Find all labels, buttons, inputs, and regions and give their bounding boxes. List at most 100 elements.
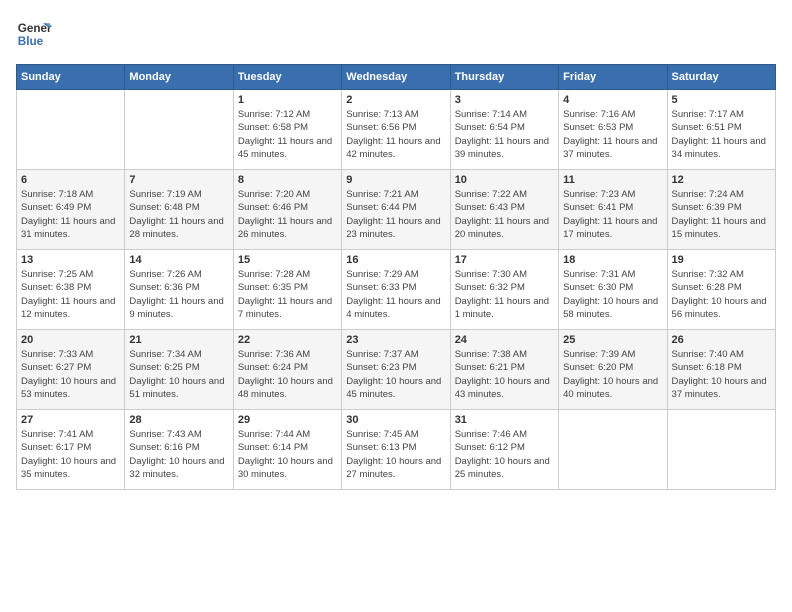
day-info: Sunrise: 7:32 AM Sunset: 6:28 PM Dayligh… (672, 268, 771, 321)
calendar-header-saturday: Saturday (667, 65, 775, 90)
calendar-table: SundayMondayTuesdayWednesdayThursdayFrid… (16, 64, 776, 490)
day-info: Sunrise: 7:18 AM Sunset: 6:49 PM Dayligh… (21, 188, 120, 241)
calendar-cell: 5 Sunrise: 7:17 AM Sunset: 6:51 PM Daylig… (667, 90, 775, 170)
svg-text:Blue: Blue (18, 35, 44, 48)
calendar-cell: 16Sunrise: 7:29 AM Sunset: 6:33 PM Dayli… (342, 250, 450, 330)
calendar-cell: 1Sunrise: 7:12 AM Sunset: 6:58 PM Daylig… (233, 90, 341, 170)
calendar-header-sunday: Sunday (17, 65, 125, 90)
calendar-cell: 25 Sunrise: 7:39 AM Sunset: 6:20 PM Dayli… (559, 330, 667, 410)
calendar-cell: 18 Sunrise: 7:31 AM Sunset: 6:30 PM Dayli… (559, 250, 667, 330)
day-number: 13 (21, 254, 120, 266)
calendar-cell: 29Sunrise: 7:44 AM Sunset: 6:14 PM Dayli… (233, 410, 341, 490)
logo-icon: General Blue (16, 16, 52, 52)
calendar-cell: 8 Sunrise: 7:20 AM Sunset: 6:46 PM Daylig… (233, 170, 341, 250)
day-info: Sunrise: 7:30 AM Sunset: 6:32 PM Dayligh… (455, 268, 554, 321)
calendar-cell: 19Sunrise: 7:32 AM Sunset: 6:28 PM Dayli… (667, 250, 775, 330)
day-info: Sunrise: 7:36 AM Sunset: 6:24 PM Dayligh… (238, 348, 337, 401)
day-info: Sunrise: 7:22 AM Sunset: 6:43 PM Dayligh… (455, 188, 554, 241)
day-number: 15 (238, 254, 337, 266)
day-number: 30 (346, 414, 445, 426)
day-info: Sunrise: 7:31 AM Sunset: 6:30 PM Dayligh… (563, 268, 662, 321)
day-info: Sunrise: 7:20 AM Sunset: 6:46 PM Dayligh… (238, 188, 337, 241)
day-info: Sunrise: 7:28 AM Sunset: 6:35 PM Dayligh… (238, 268, 337, 321)
calendar-week-row: 6Sunrise: 7:18 AM Sunset: 6:49 PM Daylig… (17, 170, 776, 250)
day-info: Sunrise: 7:38 AM Sunset: 6:21 PM Dayligh… (455, 348, 554, 401)
calendar-cell: 6Sunrise: 7:18 AM Sunset: 6:49 PM Daylig… (17, 170, 125, 250)
day-number: 1 (238, 94, 337, 106)
calendar-cell: 28Sunrise: 7:43 AM Sunset: 6:16 PM Dayli… (125, 410, 233, 490)
calendar-header-thursday: Thursday (450, 65, 558, 90)
calendar-cell: 12Sunrise: 7:24 AM Sunset: 6:39 PM Dayli… (667, 170, 775, 250)
calendar-cell: 4 Sunrise: 7:16 AM Sunset: 6:53 PM Daylig… (559, 90, 667, 170)
day-info: Sunrise: 7:39 AM Sunset: 6:20 PM Dayligh… (563, 348, 662, 401)
calendar-cell: 27 Sunrise: 7:41 AM Sunset: 6:17 PM Dayli… (17, 410, 125, 490)
calendar-cell: 31 Sunrise: 7:46 AM Sunset: 6:12 PM Dayli… (450, 410, 558, 490)
day-number: 24 (455, 334, 554, 346)
day-number: 27 (21, 414, 120, 426)
day-info: Sunrise: 7:34 AM Sunset: 6:25 PM Dayligh… (129, 348, 228, 401)
calendar-header-friday: Friday (559, 65, 667, 90)
calendar-cell: 13 Sunrise: 7:25 AM Sunset: 6:38 PM Dayli… (17, 250, 125, 330)
day-info: Sunrise: 7:26 AM Sunset: 6:36 PM Dayligh… (129, 268, 228, 321)
day-number: 2 (346, 94, 445, 106)
day-info: Sunrise: 7:13 AM Sunset: 6:56 PM Dayligh… (346, 108, 445, 161)
calendar-week-row: 20 Sunrise: 7:33 AM Sunset: 6:27 PM Dayli… (17, 330, 776, 410)
day-info: Sunrise: 7:23 AM Sunset: 6:41 PM Dayligh… (563, 188, 662, 241)
day-info: Sunrise: 7:43 AM Sunset: 6:16 PM Dayligh… (129, 428, 228, 481)
calendar-cell: 30 Sunrise: 7:45 AM Sunset: 6:13 PM Dayli… (342, 410, 450, 490)
calendar-header-tuesday: Tuesday (233, 65, 341, 90)
calendar-cell: 22 Sunrise: 7:36 AM Sunset: 6:24 PM Dayli… (233, 330, 341, 410)
day-info: Sunrise: 7:25 AM Sunset: 6:38 PM Dayligh… (21, 268, 120, 321)
calendar-cell: 14 Sunrise: 7:26 AM Sunset: 6:36 PM Dayli… (125, 250, 233, 330)
day-number: 22 (238, 334, 337, 346)
calendar-cell (17, 90, 125, 170)
day-info: Sunrise: 7:46 AM Sunset: 6:12 PM Dayligh… (455, 428, 554, 481)
calendar-cell: 2 Sunrise: 7:13 AM Sunset: 6:56 PM Daylig… (342, 90, 450, 170)
calendar-cell: 20 Sunrise: 7:33 AM Sunset: 6:27 PM Dayli… (17, 330, 125, 410)
day-info: Sunrise: 7:14 AM Sunset: 6:54 PM Dayligh… (455, 108, 554, 161)
calendar-cell (559, 410, 667, 490)
day-number: 7 (129, 174, 228, 186)
day-number: 25 (563, 334, 662, 346)
day-info: Sunrise: 7:33 AM Sunset: 6:27 PM Dayligh… (21, 348, 120, 401)
day-info: Sunrise: 7:37 AM Sunset: 6:23 PM Dayligh… (346, 348, 445, 401)
day-info: Sunrise: 7:29 AM Sunset: 6:33 PM Dayligh… (346, 268, 445, 321)
day-number: 14 (129, 254, 228, 266)
day-info: Sunrise: 7:16 AM Sunset: 6:53 PM Dayligh… (563, 108, 662, 161)
day-number: 10 (455, 174, 554, 186)
day-info: Sunrise: 7:24 AM Sunset: 6:39 PM Dayligh… (672, 188, 771, 241)
calendar-cell: 9Sunrise: 7:21 AM Sunset: 6:44 PM Daylig… (342, 170, 450, 250)
logo: General Blue (16, 16, 52, 52)
calendar-header-wednesday: Wednesday (342, 65, 450, 90)
day-number: 4 (563, 94, 662, 106)
day-info: Sunrise: 7:21 AM Sunset: 6:44 PM Dayligh… (346, 188, 445, 241)
day-number: 29 (238, 414, 337, 426)
day-number: 18 (563, 254, 662, 266)
day-info: Sunrise: 7:17 AM Sunset: 6:51 PM Dayligh… (672, 108, 771, 161)
day-number: 5 (672, 94, 771, 106)
day-number: 11 (563, 174, 662, 186)
day-number: 21 (129, 334, 228, 346)
day-info: Sunrise: 7:45 AM Sunset: 6:13 PM Dayligh… (346, 428, 445, 481)
calendar-cell: 3 Sunrise: 7:14 AM Sunset: 6:54 PM Daylig… (450, 90, 558, 170)
calendar-cell: 23 Sunrise: 7:37 AM Sunset: 6:23 PM Dayli… (342, 330, 450, 410)
day-number: 26 (672, 334, 771, 346)
day-number: 17 (455, 254, 554, 266)
page-header: General Blue (16, 16, 776, 52)
day-info: Sunrise: 7:40 AM Sunset: 6:18 PM Dayligh… (672, 348, 771, 401)
calendar-cell: 11 Sunrise: 7:23 AM Sunset: 6:41 PM Dayli… (559, 170, 667, 250)
calendar-header-monday: Monday (125, 65, 233, 90)
calendar-cell: 17 Sunrise: 7:30 AM Sunset: 6:32 PM Dayli… (450, 250, 558, 330)
day-number: 8 (238, 174, 337, 186)
calendar-cell: 10 Sunrise: 7:22 AM Sunset: 6:43 PM Dayli… (450, 170, 558, 250)
day-number: 3 (455, 94, 554, 106)
calendar-week-row: 1Sunrise: 7:12 AM Sunset: 6:58 PM Daylig… (17, 90, 776, 170)
day-number: 31 (455, 414, 554, 426)
calendar-cell: 21 Sunrise: 7:34 AM Sunset: 6:25 PM Dayli… (125, 330, 233, 410)
calendar-cell: 24 Sunrise: 7:38 AM Sunset: 6:21 PM Dayli… (450, 330, 558, 410)
calendar-cell: 26 Sunrise: 7:40 AM Sunset: 6:18 PM Dayli… (667, 330, 775, 410)
day-info: Sunrise: 7:19 AM Sunset: 6:48 PM Dayligh… (129, 188, 228, 241)
day-number: 23 (346, 334, 445, 346)
day-number: 20 (21, 334, 120, 346)
day-info: Sunrise: 7:41 AM Sunset: 6:17 PM Dayligh… (21, 428, 120, 481)
